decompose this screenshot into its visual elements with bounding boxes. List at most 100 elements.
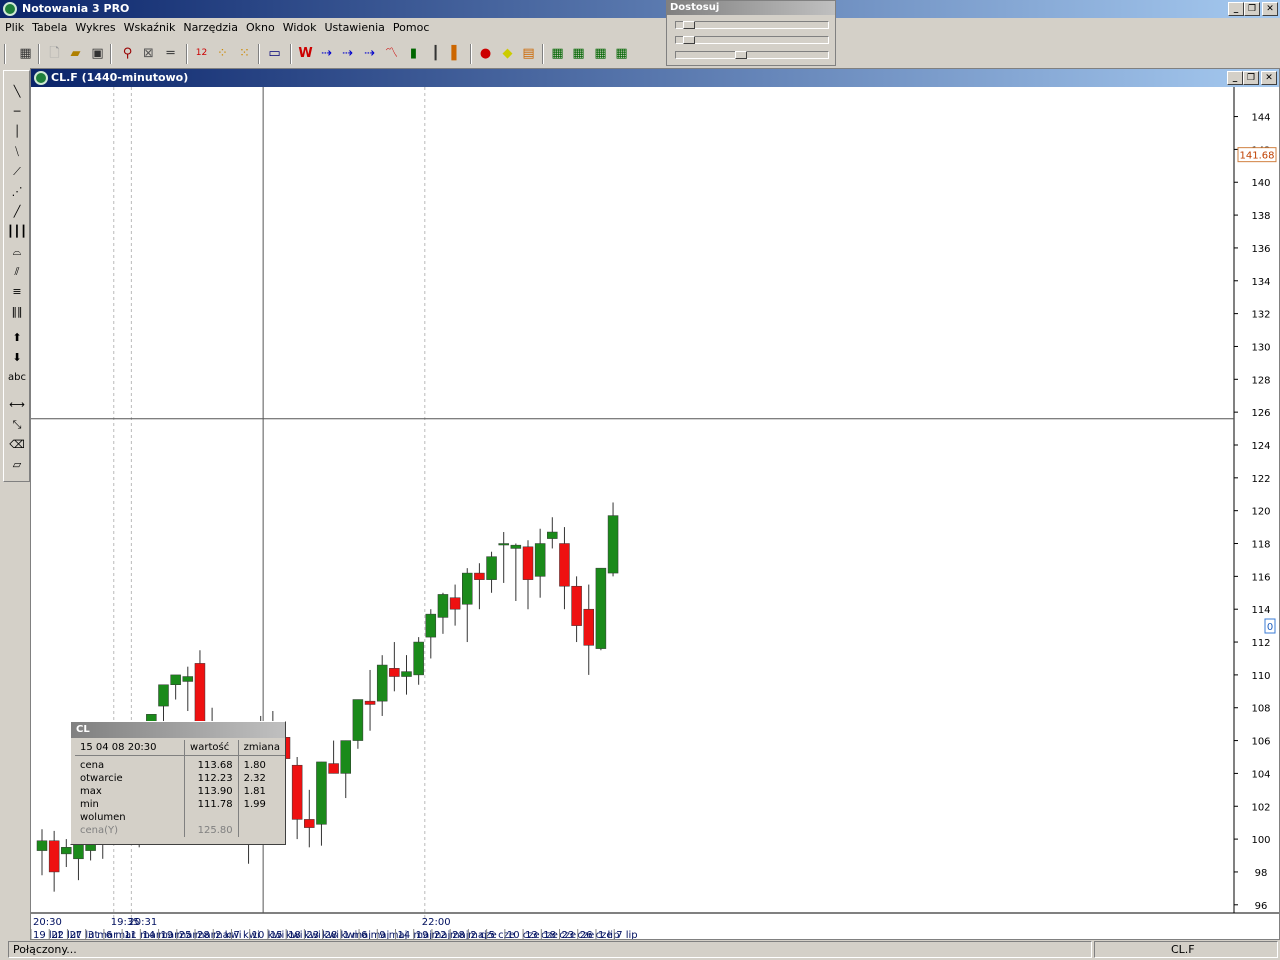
restore-button[interactable]: ❐: [1244, 2, 1260, 16]
zoom-reset-icon[interactable]: ⊠: [139, 44, 158, 63]
ruler-icon[interactable]: ═: [161, 44, 180, 63]
menu-plik[interactable]: Plik: [5, 21, 24, 34]
candle-body: [425, 613, 437, 638]
menu-pomoc[interactable]: Pomoc: [393, 21, 429, 34]
status-bar: Połączony... CL.F: [0, 940, 1280, 960]
layout-icon-4[interactable]: ▦: [612, 44, 631, 63]
chart-window-titlebar: CL.F (1440-minutowo) _ ❐ ✕: [31, 69, 1279, 87]
eraser-icon[interactable]: ⌫: [7, 436, 27, 454]
grid-icon[interactable]: ▦: [16, 44, 35, 63]
image-icon[interactable]: ▤: [519, 44, 538, 63]
resize-icon[interactable]: ⤡: [7, 416, 27, 434]
new-file-icon[interactable]: 🗋: [45, 44, 64, 63]
points-icon[interactable]: ⁘: [213, 44, 232, 63]
arrow-right-icon-3[interactable]: ⇢: [360, 44, 379, 63]
status-symbol: CL.F: [1094, 941, 1278, 958]
candle-body: [437, 594, 449, 618]
layout-icon-3[interactable]: ▦: [591, 44, 610, 63]
trend-icon[interactable]: ⟋: [7, 163, 27, 181]
candle-body: [449, 597, 461, 610]
candle-body: [340, 740, 351, 774]
menu-widok[interactable]: Widok: [283, 21, 317, 34]
arrow-right-icon-2[interactable]: ⇢: [338, 44, 357, 63]
cursor-marker-label: 0: [1267, 622, 1273, 633]
speed-lines-icon[interactable]: ⫽: [7, 263, 27, 281]
alert-icon[interactable]: ◆: [498, 44, 517, 63]
ohlc-icon[interactable]: ┃: [426, 44, 445, 63]
line-chart-icon[interactable]: 〽: [382, 44, 401, 63]
price-info-box[interactable]: CL 15 04 08 20:30 wartość zmiana cena 113…: [70, 721, 286, 845]
adjust-panel: Dostosuj: [666, 0, 836, 66]
candle-body: [522, 546, 534, 580]
candle-body: [376, 664, 388, 702]
menu-tabela[interactable]: Tabela: [32, 21, 67, 34]
move-icon[interactable]: ⟷: [7, 396, 27, 414]
fibo-time-icon[interactable]: ‖‖: [7, 303, 27, 321]
slider-3[interactable]: [675, 51, 829, 59]
fan-icon[interactable]: ⋰: [7, 183, 27, 201]
bar-chart-icon[interactable]: ▮: [404, 44, 423, 63]
fibo-levels-icon[interactable]: ≡: [7, 283, 27, 301]
candle-body: [547, 531, 558, 539]
wl-icon[interactable]: W: [296, 44, 315, 63]
slider-3-thumb[interactable]: [734, 51, 747, 59]
price-marker-label: 141.68: [1240, 151, 1275, 162]
arrow-down-icon[interactable]: ⬇: [7, 349, 27, 367]
ray-icon[interactable]: ╱: [7, 203, 27, 221]
diagonal-line-icon[interactable]: ╲: [7, 83, 27, 101]
candle-body: [583, 608, 594, 646]
y-tick-label: 124: [1251, 441, 1270, 452]
menu-wskaznik[interactable]: Wskaźnik: [124, 21, 176, 34]
horizontal-line-icon[interactable]: ─: [7, 103, 27, 121]
slider-1-thumb[interactable]: [683, 21, 695, 29]
candle-body: [462, 572, 473, 605]
info-change: 1.99: [243, 799, 266, 810]
signal-icon[interactable]: ●: [476, 44, 495, 63]
info-label: cena: [75, 759, 186, 772]
window-icon[interactable]: ▭: [265, 44, 284, 63]
save-icon[interactable]: ▣: [88, 44, 107, 63]
y-tick-label: 106: [1251, 737, 1270, 748]
status-connection: Połączony...: [8, 941, 1092, 958]
menu-wykres[interactable]: Wykres: [75, 21, 115, 34]
zoom-icon[interactable]: ⚲: [118, 44, 137, 63]
candle-body: [559, 543, 570, 587]
chart-restore-button[interactable]: ❐: [1243, 71, 1259, 85]
slider-2[interactable]: [675, 36, 829, 44]
arrow-right-icon[interactable]: ⇢: [317, 44, 336, 63]
candle-icon[interactable]: ▌: [447, 44, 466, 63]
chart-close-button[interactable]: ✕: [1261, 71, 1277, 85]
menu-okno[interactable]: Okno: [246, 21, 275, 34]
minimize-button[interactable]: _: [1228, 2, 1244, 16]
y-tick-label: 130: [1251, 342, 1270, 353]
chart-minimize-button[interactable]: _: [1227, 71, 1243, 85]
menu-narzedzia[interactable]: Narzędzia: [183, 21, 238, 34]
close-button[interactable]: ✕: [1262, 2, 1278, 16]
candle-body: [194, 663, 206, 725]
menu-ustawienia[interactable]: Ustawienia: [324, 21, 384, 34]
text-tool-icon[interactable]: abc: [7, 369, 27, 387]
eraser-all-icon[interactable]: ▱: [7, 456, 27, 474]
app-title: Notowania 3 PRO: [22, 2, 130, 15]
slider-2-thumb[interactable]: [683, 36, 695, 44]
data-table-icon[interactable]: 12: [192, 44, 211, 63]
candle-body: [170, 674, 181, 685]
candle-body: [291, 764, 303, 820]
info-label: min: [75, 798, 186, 811]
cycle-lines-icon[interactable]: ┃┃┃: [7, 223, 27, 241]
arc-icon[interactable]: ⌓: [7, 243, 27, 261]
layout-icon-2[interactable]: ▦: [569, 44, 588, 63]
open-folder-icon[interactable]: ▰: [66, 44, 85, 63]
slider-1[interactable]: [675, 21, 829, 29]
candle-body: [389, 668, 400, 677]
candle-body: [474, 572, 485, 580]
channel-icon[interactable]: ⧹: [7, 143, 27, 161]
vertical-line-icon[interactable]: │: [7, 123, 27, 141]
points-alt-icon[interactable]: ⁙: [235, 44, 254, 63]
layout-icon-1[interactable]: ▦: [548, 44, 567, 63]
date-label: 7 lip: [616, 930, 637, 939]
candle-body: [571, 585, 582, 626]
arrow-up-icon[interactable]: ⬆: [7, 329, 27, 347]
info-label: max: [75, 785, 186, 798]
candle-body: [364, 700, 376, 705]
